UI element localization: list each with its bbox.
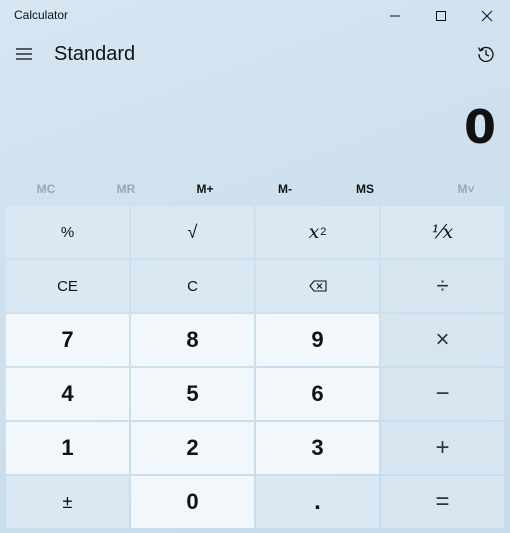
digit-9-button[interactable]: 9 xyxy=(256,314,379,366)
square-button[interactable]: x2 xyxy=(256,206,379,258)
result-display: 0 xyxy=(463,100,496,154)
digit-7-button[interactable]: 7 xyxy=(6,314,129,366)
square-root-button[interactable]: √ xyxy=(131,206,254,258)
close-button[interactable] xyxy=(464,0,510,32)
history-icon xyxy=(477,46,494,63)
percent-button[interactable]: % xyxy=(6,206,129,258)
digit-3-button[interactable]: 3 xyxy=(256,422,379,474)
hamburger-menu-icon xyxy=(16,48,32,60)
multiply-button[interactable]: × xyxy=(381,314,504,366)
digit-6-button[interactable]: 6 xyxy=(256,368,379,420)
digit-8-button[interactable]: 8 xyxy=(131,314,254,366)
backspace-icon xyxy=(308,280,327,292)
square-exponent: 2 xyxy=(320,226,327,238)
digit-1-button[interactable]: 1 xyxy=(6,422,129,474)
backspace-button[interactable] xyxy=(256,260,379,312)
decimal-button[interactable]: . xyxy=(256,476,379,528)
memory-list-button[interactable]: M˅ xyxy=(431,176,501,202)
digit-4-button[interactable]: 4 xyxy=(6,368,129,420)
clear-entry-button[interactable]: CE xyxy=(6,260,129,312)
window-title: Calculator xyxy=(14,8,69,22)
maximize-button[interactable] xyxy=(418,0,464,32)
minimize-button[interactable] xyxy=(372,0,418,32)
subtract-button[interactable]: − xyxy=(381,368,504,420)
memory-store-button[interactable]: MS xyxy=(330,176,400,202)
app-header: Standard xyxy=(0,34,510,78)
digit-5-button[interactable]: 5 xyxy=(131,368,254,420)
divide-button[interactable]: ÷ xyxy=(381,260,504,312)
digit-0-button[interactable]: 0 xyxy=(131,476,254,528)
equals-button[interactable]: = xyxy=(381,476,504,528)
title-bar: Calculator xyxy=(0,0,510,32)
add-button[interactable]: + xyxy=(381,422,504,474)
memory-clear-button[interactable]: MC xyxy=(11,176,81,202)
negate-button[interactable]: ± xyxy=(6,476,129,528)
calculator-mode-title: Standard xyxy=(54,43,136,65)
minimize-icon xyxy=(390,15,400,17)
maximize-icon xyxy=(436,11,446,21)
clear-button[interactable]: C xyxy=(131,260,254,312)
memory-add-button[interactable]: M+ xyxy=(170,176,240,202)
history-button[interactable] xyxy=(468,34,504,74)
digit-2-button[interactable]: 2 xyxy=(131,422,254,474)
memory-subtract-button[interactable]: M- xyxy=(250,176,320,202)
keypad: % √ x2 ⅟x CE C ÷ 7 8 9 × 4 5 6 − 1 2 3 +… xyxy=(6,206,506,528)
navigation-menu-button[interactable] xyxy=(8,34,40,74)
memory-controls: MC MR M+ M- MS M˅ xyxy=(6,176,506,202)
reciprocal-button[interactable]: ⅟x xyxy=(381,206,504,258)
square-base: x xyxy=(308,221,320,243)
close-icon xyxy=(481,10,493,22)
memory-recall-button[interactable]: MR xyxy=(91,176,161,202)
